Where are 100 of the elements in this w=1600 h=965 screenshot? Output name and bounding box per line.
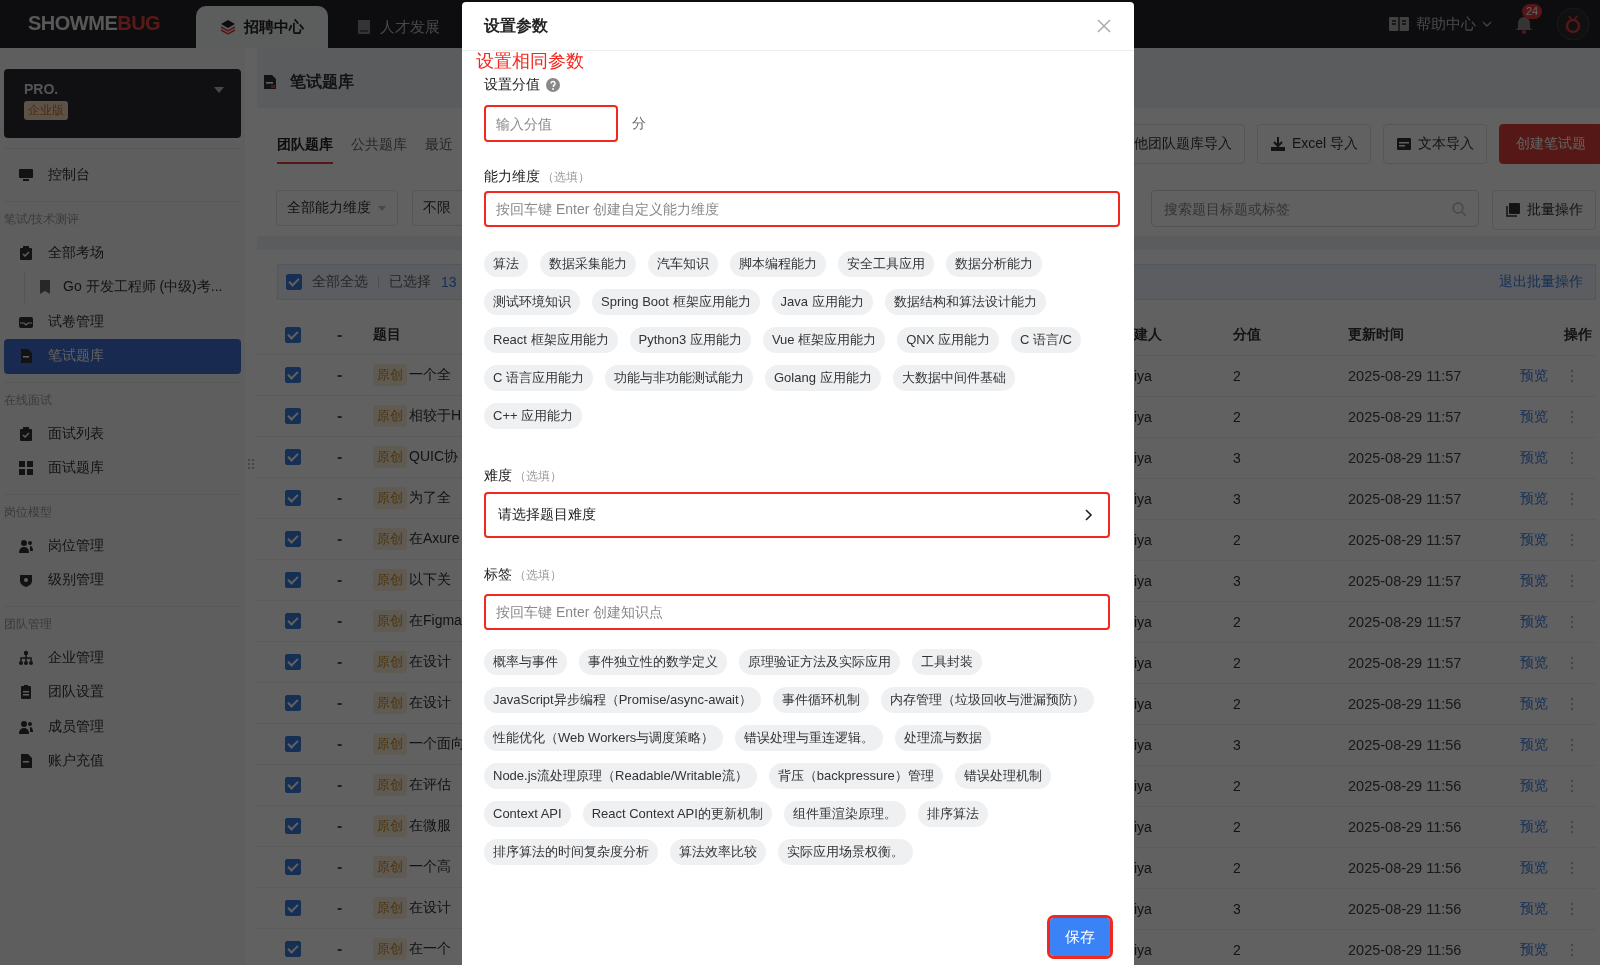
close-button[interactable] xyxy=(1096,18,1112,34)
tag-chip[interactable]: C 语言/C xyxy=(1010,327,1081,353)
sidebar-item[interactable]: 账户充值 xyxy=(4,744,241,779)
tag-chip[interactable]: 事件循环机制 xyxy=(772,687,869,713)
checkbox[interactable] xyxy=(285,695,301,711)
sidebar-item[interactable]: 成员管理 xyxy=(4,709,241,744)
checkbox[interactable] xyxy=(285,613,301,629)
preview-link[interactable]: 预览 xyxy=(1520,572,1570,590)
preview-link[interactable]: 预览 xyxy=(1520,941,1570,959)
difficulty-select[interactable]: 请选择题目难度 xyxy=(484,492,1110,538)
checkbox[interactable] xyxy=(285,859,301,875)
tag-chip[interactable]: 算法效率比较 xyxy=(670,839,766,865)
filter-dropdown[interactable]: 不限 xyxy=(412,190,462,226)
tag-chip[interactable]: C 语言应用能力 xyxy=(484,365,593,391)
save-button[interactable]: 保存 xyxy=(1050,918,1110,956)
checkbox[interactable] xyxy=(285,941,301,957)
tag-chip[interactable]: C++ 应用能力 xyxy=(484,403,583,429)
tag-chip[interactable]: 脚本编程能力 xyxy=(730,251,826,277)
tag-chip[interactable]: 实际应用场景权衡。 xyxy=(778,839,913,865)
tag-chip[interactable]: 工具封装 xyxy=(912,649,982,675)
checkbox[interactable] xyxy=(285,531,301,547)
sidebar-item[interactable]: 面试题库 xyxy=(4,451,241,486)
tag-chip[interactable]: 性能优化（Web Workers与调度策略） xyxy=(484,725,724,751)
tab[interactable]: 最近 xyxy=(425,132,453,170)
preview-link[interactable]: 预览 xyxy=(1520,367,1570,385)
tag-chip[interactable]: 内存管理（垃圾回收与泄漏预防） xyxy=(880,687,1094,713)
tag-chip[interactable]: 原理验证方法及实际应用 xyxy=(739,649,900,675)
checkbox[interactable] xyxy=(285,900,301,916)
tag-chip[interactable]: 大数据中间件基础 xyxy=(892,365,1015,391)
checkbox[interactable] xyxy=(286,274,302,290)
checkbox[interactable] xyxy=(285,449,301,465)
tag-chip[interactable]: 组件重渲染原理。 xyxy=(783,801,906,827)
tag-chip[interactable]: 排序算法的时间复杂度分析 xyxy=(484,839,658,865)
nav-tab[interactable]: 招聘中心 xyxy=(196,6,329,48)
preview-link[interactable]: 预览 xyxy=(1520,613,1570,631)
tag-chip[interactable]: JavaScript异步编程（Promise/async-await） xyxy=(484,687,761,713)
checkbox[interactable] xyxy=(285,654,301,670)
create-button[interactable]: 创建笔试题 xyxy=(1499,124,1600,164)
tag-chip[interactable]: QNX 应用能力 xyxy=(897,327,999,353)
checkbox[interactable] xyxy=(285,490,301,506)
sidebar-item[interactable]: 笔试题库 xyxy=(4,339,241,374)
sidebar-item[interactable]: 面试列表 xyxy=(4,416,241,451)
preview-link[interactable]: 预览 xyxy=(1520,777,1570,795)
tag-chip[interactable]: 数据分析能力 xyxy=(946,251,1042,277)
sidebar-item[interactable]: 团队设置 xyxy=(4,675,241,710)
checkbox[interactable] xyxy=(285,367,301,383)
tag-chip[interactable]: 事件独立性的数学定义 xyxy=(579,649,727,675)
tag-chip[interactable]: Node.js流处理原理（Readable/Writable流） xyxy=(484,763,757,789)
import-button[interactable]: 文本导入 xyxy=(1383,124,1488,164)
exit-bulk-link[interactable]: 退出批量操作 xyxy=(1499,273,1583,291)
tag-chip[interactable]: Spring Boot 框架应用能力 xyxy=(592,289,760,315)
checkbox[interactable] xyxy=(285,408,301,424)
checkbox[interactable] xyxy=(285,326,301,343)
preview-link[interactable]: 预览 xyxy=(1520,449,1570,467)
tag-chip[interactable]: 汽车知识 xyxy=(648,251,718,277)
tag-chip[interactable]: 测试环境知识 xyxy=(484,289,580,315)
preview-link[interactable]: 预览 xyxy=(1520,736,1570,754)
tag-chip[interactable]: 概率与事件 xyxy=(484,649,567,675)
sidebar-item[interactable]: 级别管理 xyxy=(4,563,241,598)
tag-chip[interactable]: 数据采集能力 xyxy=(540,251,636,277)
sidebar-item[interactable]: 岗位管理 xyxy=(4,528,241,563)
checkbox[interactable] xyxy=(285,818,301,834)
tag-field[interactable]: 按回车键 Enter 创建知识点 xyxy=(484,594,1110,630)
tag-chip[interactable]: 安全工具应用 xyxy=(838,251,934,277)
tag-chip[interactable]: Vue 框架应用能力 xyxy=(762,327,886,353)
preview-link[interactable]: 预览 xyxy=(1520,695,1570,713)
tab[interactable]: 团队题库 xyxy=(277,132,333,164)
sidebar-item[interactable]: 控制台 xyxy=(4,158,241,193)
checkbox[interactable] xyxy=(285,572,301,588)
preview-link[interactable]: 预览 xyxy=(1520,490,1570,508)
sidebar-item[interactable]: 试卷管理 xyxy=(4,304,241,339)
checkbox[interactable] xyxy=(285,777,301,793)
ability-field[interactable]: 按回车键 Enter 创建自定义能力维度 xyxy=(484,191,1120,227)
tag-chip[interactable]: Golang 应用能力 xyxy=(765,365,881,391)
sidebar-item[interactable]: Go 开发工程师 (中级)考... xyxy=(24,270,241,305)
filter-dropdown[interactable]: 全部能力维度 xyxy=(276,190,398,226)
preview-link[interactable]: 预览 xyxy=(1520,859,1570,877)
tag-chip[interactable]: 处理流与数据 xyxy=(895,725,992,751)
preview-link[interactable]: 预览 xyxy=(1520,531,1570,549)
preview-link[interactable]: 预览 xyxy=(1520,900,1570,918)
sidebar-item[interactable]: 全部考场 xyxy=(4,235,241,270)
tag-chip[interactable]: 排序算法 xyxy=(917,801,988,827)
tag-chip[interactable]: 算法 xyxy=(484,251,528,277)
tag-chip[interactable]: 错误处理与重连逻辑。 xyxy=(735,725,884,751)
checkbox[interactable] xyxy=(285,736,301,752)
tag-chip[interactable]: 数据结构和算法设计能力 xyxy=(884,289,1046,315)
import-button[interactable]: Excel 导入 xyxy=(1257,124,1372,164)
tag-chip[interactable]: 背压（backpressure）管理 xyxy=(768,763,943,789)
bulk-action-button[interactable]: 批量操作 xyxy=(1492,190,1596,230)
preview-link[interactable]: 预览 xyxy=(1520,408,1570,426)
tag-chip[interactable]: 功能与非功能测试能力 xyxy=(605,365,753,391)
tag-chip[interactable]: Java 应用能力 xyxy=(771,289,873,315)
score-field[interactable]: 输入分值 xyxy=(484,105,618,142)
preview-link[interactable]: 预览 xyxy=(1520,818,1570,836)
preview-link[interactable]: 预览 xyxy=(1520,654,1570,672)
tag-chip[interactable]: 错误处理机制 xyxy=(954,763,1051,789)
tag-chip[interactable]: Python3 应用能力 xyxy=(629,327,751,353)
sidebar-item[interactable]: 企业管理 xyxy=(4,640,241,675)
tag-chip[interactable]: React 框架应用能力 xyxy=(484,327,618,353)
import-button[interactable]: 他团队题库导入 xyxy=(1134,124,1245,164)
